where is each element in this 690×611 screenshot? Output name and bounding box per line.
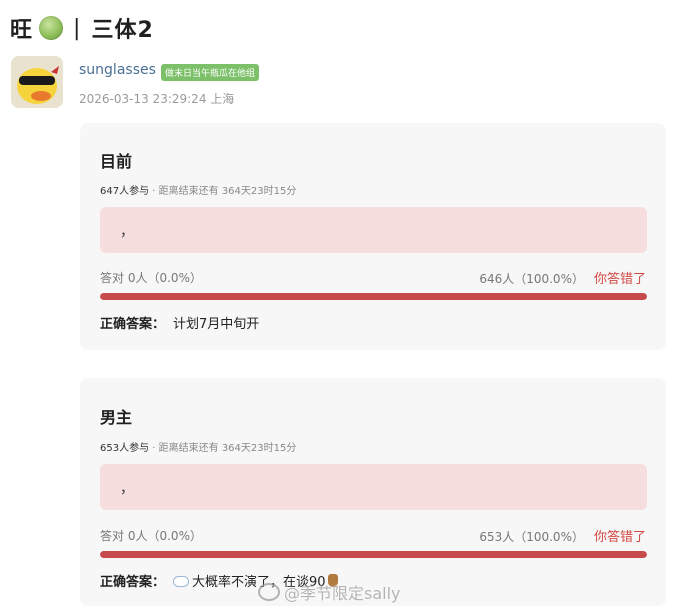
correct-label: 答对 <box>100 271 125 285</box>
watermark: @季节限定sally <box>258 580 401 604</box>
correct-count: 0人（0.0%） <box>127 271 202 285</box>
result-bar <box>100 293 647 300</box>
correct-answer: 正确答案： 计划7月中旬开 <box>100 313 259 332</box>
avatar[interactable] <box>11 56 63 108</box>
duck-sunglasses-avatar-icon <box>11 56 63 108</box>
user-badge[interactable]: 做末日当午瓶瓜在他组 <box>161 64 260 81</box>
wrong-count: 653人（100.0%） <box>479 530 584 544</box>
correct-stats: 答对 0人（0.0%） <box>100 269 202 286</box>
post-title: 旺 | 三体2 <box>10 12 154 44</box>
title-main: 三体2 <box>91 18 154 43</box>
melon-icon <box>39 16 64 40</box>
wrong-stats: 646人（100.0%） 你答错了 <box>479 268 646 287</box>
correct-label: 答对 <box>100 529 125 543</box>
answer-label: 正确答案： <box>100 575 166 590</box>
poll-option-text: ， <box>120 481 134 497</box>
answer-text: 计划7月中旬开 <box>173 317 260 332</box>
weibo-icon <box>258 583 280 601</box>
cloud-icon <box>173 576 190 587</box>
poll-option[interactable]: ， <box>100 464 647 510</box>
title-separator: | <box>73 15 82 41</box>
poll-option-text: ， <box>120 224 134 240</box>
result-bar <box>100 551 647 558</box>
poll-card: 目前 647人参与 · 距离结束还有 364天23时15分 ， 答对 0人（0.… <box>80 123 666 350</box>
poll-participants: 647人参与 <box>100 186 150 197</box>
wrong-count: 646人（100.0%） <box>479 272 584 286</box>
poll-title: 男主 <box>100 408 133 427</box>
title-prefix: 旺 <box>10 18 34 43</box>
poll-time-left: 距离结束还有 364天23时15分 <box>158 186 297 197</box>
post-meta: 2026-03-13 23:29:24 上海 <box>79 90 234 107</box>
answer-label: 正确答案： <box>100 317 166 332</box>
poll-meta: 653人参与 · 距离结束还有 364天23时15分 <box>100 443 297 454</box>
poll-meta: 647人参与 · 距离结束还有 364天23时15分 <box>100 186 297 197</box>
poll-participants: 653人参与 <box>100 443 150 454</box>
post-datetime: 2026-03-13 23:29:24 <box>79 92 207 106</box>
poll-option[interactable]: ， <box>100 207 647 253</box>
poll-card: 男主 653人参与 · 距离结束还有 364天23时15分 ， 答对 0人（0.… <box>80 378 666 606</box>
username-link[interactable]: sunglasses <box>79 62 156 78</box>
poll-time-left: 距离结束还有 364天23时15分 <box>158 443 297 454</box>
correct-count: 0人（0.0%） <box>127 529 202 543</box>
result-bar-fill <box>100 293 647 300</box>
wrong-label: 你答错了 <box>593 272 646 287</box>
correct-stats: 答对 0人（0.0%） <box>100 527 202 544</box>
post-location: 上海 <box>210 92 235 106</box>
watermark-text: @季节限定sally <box>284 584 401 603</box>
wrong-stats: 653人（100.0%） 你答错了 <box>479 526 646 545</box>
result-bar-fill <box>100 551 647 558</box>
poll-title: 目前 <box>100 152 133 171</box>
wrong-label: 你答错了 <box>593 530 646 545</box>
